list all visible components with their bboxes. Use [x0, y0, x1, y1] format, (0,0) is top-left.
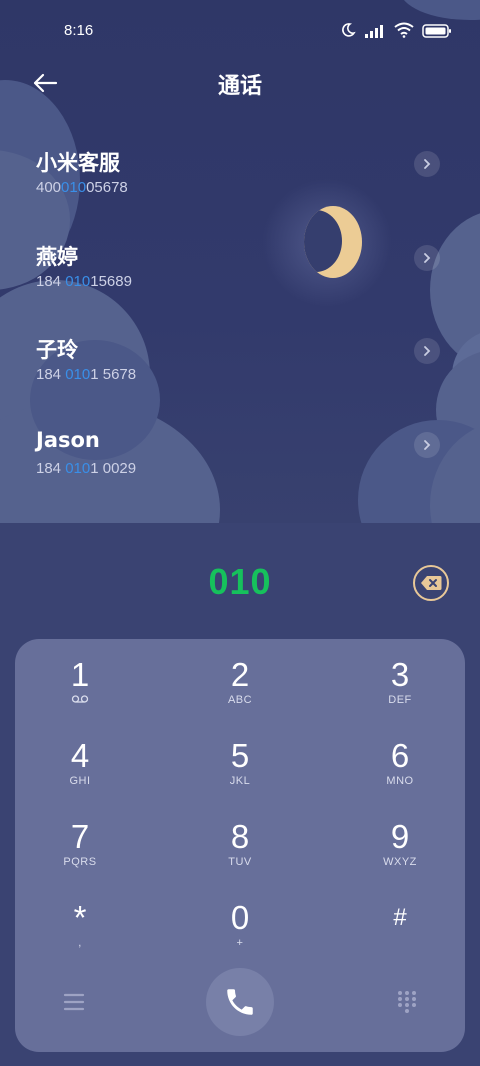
battery-icon — [422, 23, 452, 42]
number-match-highlight: 010 — [65, 272, 91, 290]
menu-icon — [63, 993, 85, 1011]
chevron-right-icon — [424, 346, 431, 356]
number-match-highlight: 010 — [65, 459, 91, 477]
voicemail-icon — [20, 694, 140, 708]
key-digit: 0 — [230, 899, 250, 936]
key-letters: ABC — [227, 694, 253, 706]
contact-name: Jason — [36, 427, 100, 452]
key-letters: MNO — [386, 775, 414, 787]
backspace-button[interactable] — [413, 565, 449, 601]
key-digit: 1 — [70, 656, 90, 693]
contact-suggestions-list: 小米客服 40001005678 燕婷 184 01015689 子玲 184 … — [0, 135, 480, 509]
number-part: 184 — [36, 272, 66, 290]
key-letters: + — [236, 937, 244, 949]
status-time: 8:16 — [64, 22, 94, 39]
contact-number: 40001005678 — [36, 179, 128, 196]
contact-number: 184 01015689 — [36, 273, 132, 290]
number-match-highlight: 010 — [61, 179, 87, 196]
key-digit: 4 — [70, 737, 90, 774]
number-match-highlight: 010 — [65, 366, 91, 383]
key-digit: 5 — [230, 737, 250, 774]
key-letters: GHI — [69, 775, 91, 787]
page-title: 通话 — [217, 74, 262, 99]
contact-detail-button[interactable] — [414, 431, 440, 458]
contact-detail-button[interactable] — [414, 338, 440, 364]
contact-name: 小米客服 — [36, 151, 120, 175]
moon-icon — [340, 22, 356, 42]
contact-item[interactable]: 小米客服 40001005678 — [0, 135, 480, 229]
key-7[interactable]: 7 PQRS — [20, 818, 140, 888]
number-part: 184 — [36, 459, 66, 477]
key-letters: TUV — [228, 856, 252, 868]
call-button[interactable] — [206, 968, 274, 1036]
number-part: 1 0029 — [90, 459, 137, 477]
number-part: 1 5678 — [90, 366, 137, 383]
contact-item[interactable]: 子玲 184 0101 5678 — [0, 322, 480, 416]
chevron-right-icon — [424, 252, 431, 263]
key-3[interactable]: 3 DEF — [340, 656, 460, 726]
key-letters: DEF — [388, 694, 412, 706]
key-4[interactable]: 4 GHI — [20, 737, 140, 807]
backspace-icon — [421, 576, 442, 590]
key-digit: 2 — [230, 656, 250, 693]
number-part: 400 — [36, 179, 62, 196]
dialed-number-display[interactable]: 010 — [0, 561, 480, 603]
status-bar: 8:16 — [0, 0, 480, 62]
key-6[interactable]: 6 MNO — [340, 737, 460, 807]
key-digit: 7 — [70, 818, 90, 855]
contact-item[interactable]: 燕婷 184 01015689 — [0, 229, 480, 323]
contact-detail-button[interactable] — [414, 244, 440, 271]
signal-icon — [364, 23, 386, 42]
contact-detail-button[interactable] — [414, 151, 440, 177]
key-digit: 3 — [390, 656, 410, 693]
key-letters — [340, 937, 460, 951]
chevron-right-icon — [424, 439, 431, 450]
key-digit: 8 — [230, 818, 250, 855]
key-letters: WXYZ — [383, 856, 417, 868]
dialpad-icon — [398, 991, 416, 1013]
contact-item[interactable]: Jason 184 0101 0029 — [0, 416, 480, 510]
number-part: 05678 — [86, 179, 128, 196]
dial-input-row: 010 — [0, 523, 480, 639]
key-letters: PQRS — [63, 856, 97, 868]
key-9[interactable]: 9 WXYZ — [340, 818, 460, 888]
key-0[interactable]: 0 + — [180, 899, 300, 969]
hide-keypad-button[interactable] — [394, 989, 420, 1015]
key-digit: 6 — [390, 737, 410, 774]
key-letters: , — [78, 937, 82, 949]
header: 通话 — [0, 62, 480, 104]
number-part: 15689 — [90, 272, 132, 290]
contact-number: 184 0101 0029 — [36, 460, 136, 477]
phone-icon — [227, 989, 253, 1015]
dial-keypad: 1 2 ABC 3 DEF 4 GHI 5 JKL 6 MNO 7 PQRS 8… — [15, 639, 465, 1052]
key-letters: JKL — [229, 775, 251, 787]
key-1[interactable]: 1 — [20, 656, 140, 726]
key-hash[interactable]: # — [340, 899, 460, 969]
key-digit: 9 — [390, 818, 410, 855]
status-icons — [340, 22, 452, 42]
key-5[interactable]: 5 JKL — [180, 737, 300, 807]
contact-name: 燕婷 — [36, 244, 78, 269]
contact-number: 184 0101 5678 — [36, 366, 136, 383]
wifi-icon — [394, 22, 414, 42]
key-8[interactable]: 8 TUV — [180, 818, 300, 888]
number-part: 184 — [36, 366, 66, 383]
key-star[interactable]: * , — [20, 899, 140, 969]
key-digit: * — [73, 899, 87, 936]
key-digit: # — [393, 904, 407, 931]
chevron-right-icon — [424, 159, 431, 169]
key-2[interactable]: 2 ABC — [180, 656, 300, 726]
menu-button[interactable] — [62, 990, 86, 1014]
contact-name: 子玲 — [36, 338, 78, 362]
